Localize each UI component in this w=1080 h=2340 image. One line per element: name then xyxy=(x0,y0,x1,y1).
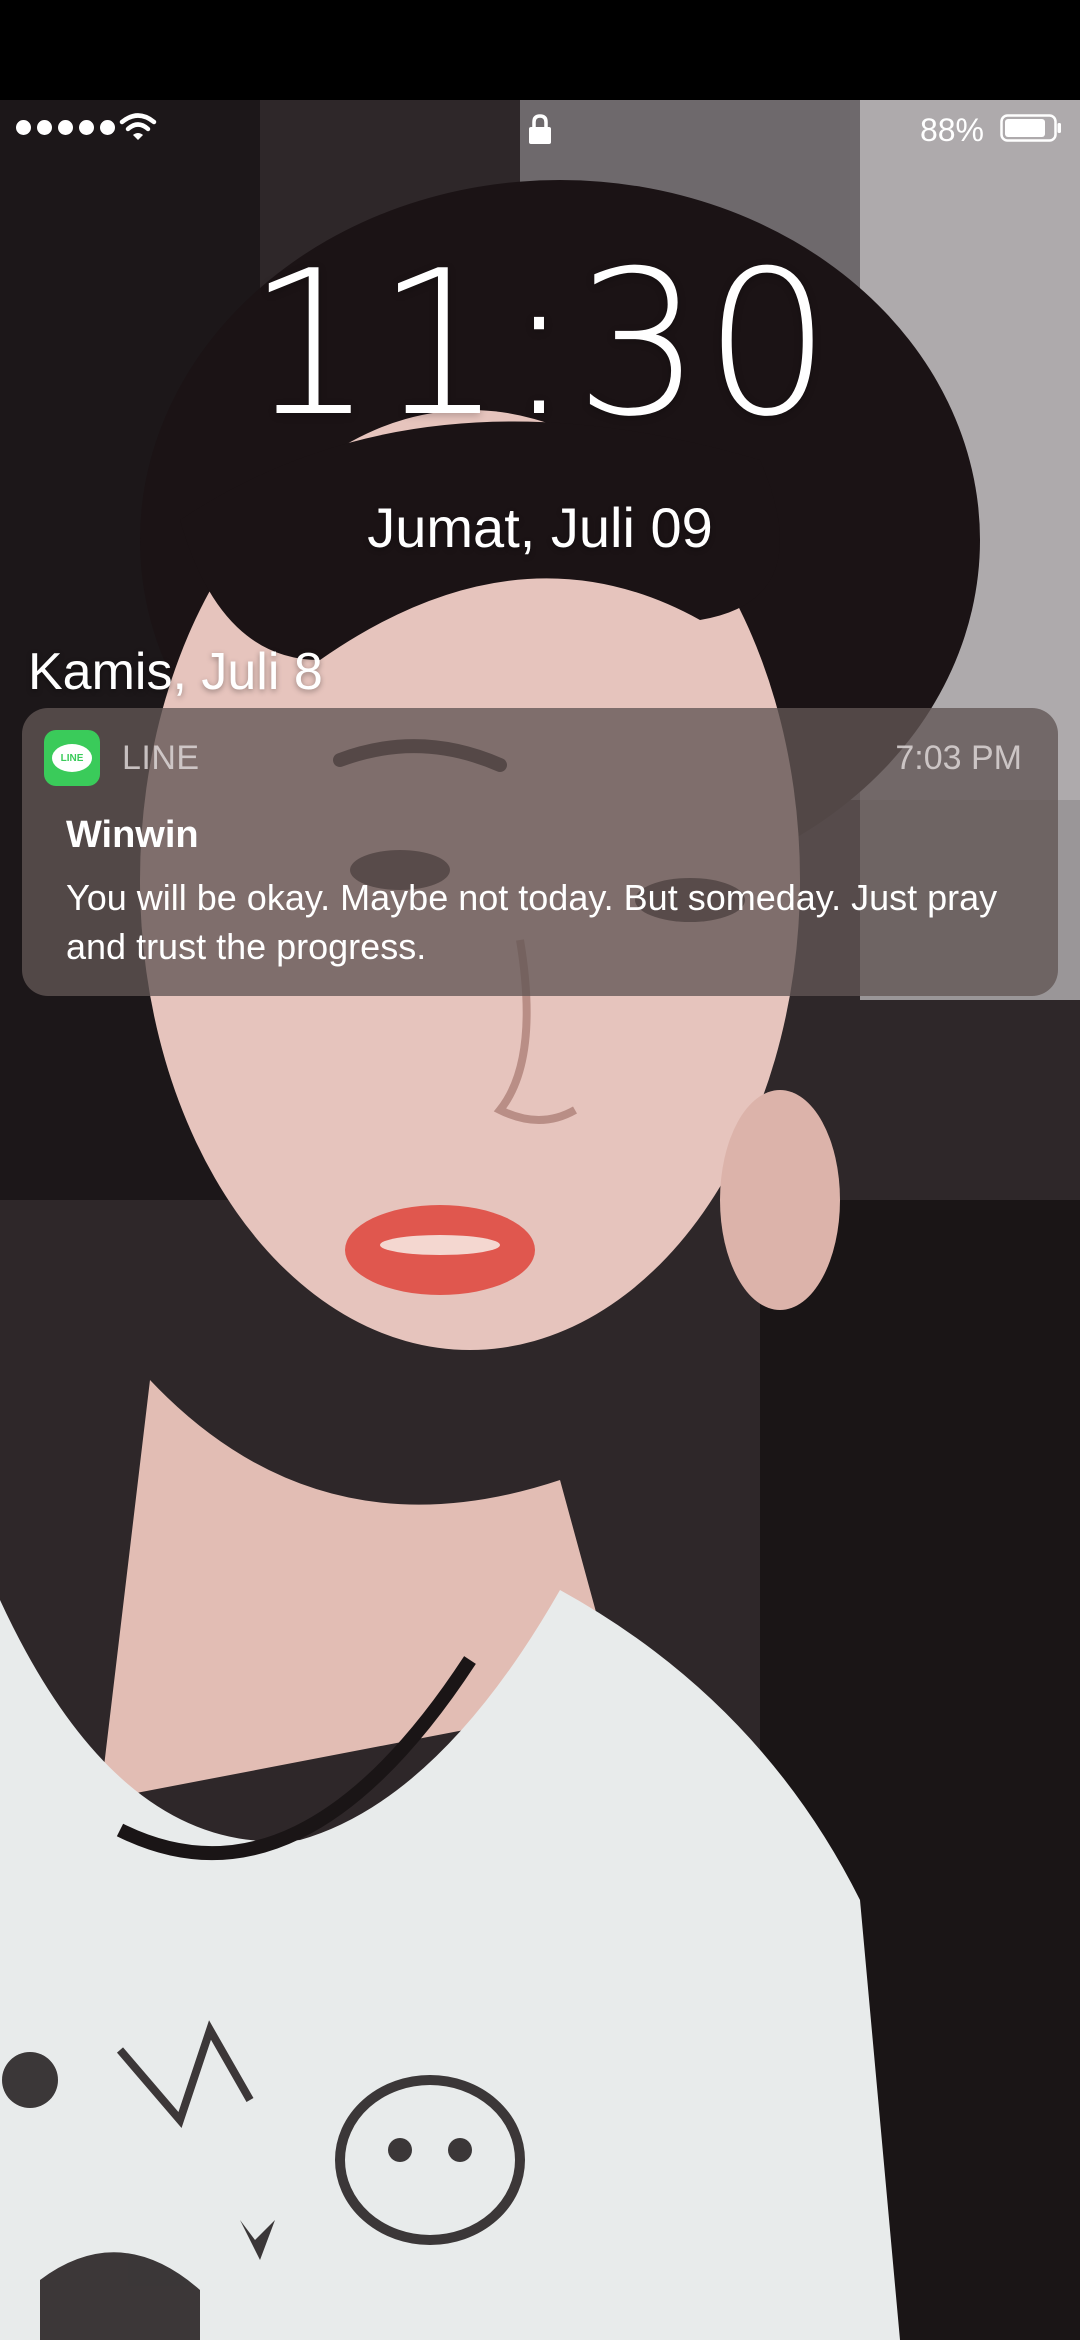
status-bar: 88% xyxy=(0,100,1080,160)
notification-app-name: LINE xyxy=(122,739,200,777)
notification-sender: Winwin xyxy=(66,814,199,856)
line-logo-text: LINE xyxy=(52,744,92,772)
top-bezel xyxy=(0,0,1080,100)
notification-group-date: Kamis, Juli 8 xyxy=(28,643,323,701)
notification-message: You will be okay. Maybe not today. But s… xyxy=(66,877,998,967)
line-notification-card[interactable]: LINE LINE 7:03 PM Winwin You will be oka… xyxy=(22,708,1058,996)
battery-icon xyxy=(1000,114,1061,142)
lock-screen-date: Jumat, Juli 09 xyxy=(367,496,713,559)
notification-time: 7:03 PM xyxy=(895,739,1022,777)
battery-percentage: 88% xyxy=(919,112,984,148)
lock-icon xyxy=(529,114,551,144)
wifi-icon xyxy=(119,113,157,140)
line-app-icon: LINE xyxy=(44,730,100,786)
lock-screen: 88% 11:30 Jumat, Juli 09 Kamis, Juli 8 L… xyxy=(0,0,1080,2340)
lock-screen-clock: 11:30 xyxy=(246,228,834,461)
signal-dots-icon xyxy=(16,120,115,135)
